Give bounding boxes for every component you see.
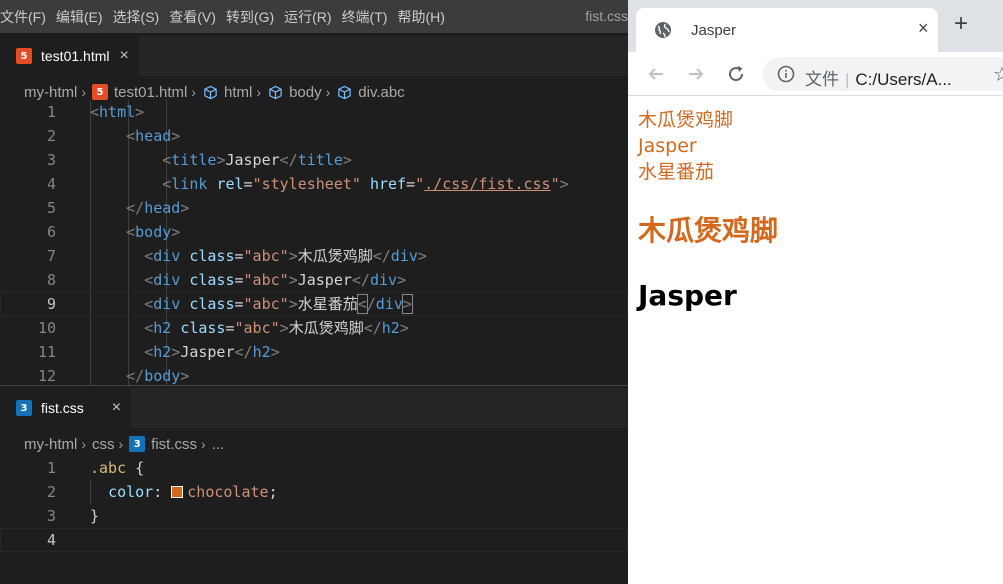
menu-view[interactable]: 查看(V) [169,7,226,27]
code-line-current: 4 [0,528,628,552]
browser-tab-strip: Jasper × + [628,0,1003,52]
menu-terminal[interactable]: 终端(T) [342,7,398,27]
breadcrumb-body[interactable]: body [267,84,322,101]
color-swatch[interactable] [171,486,184,498]
chevron-right-icon: › [201,436,206,452]
reload-icon [729,66,744,82]
code-line: 7 <div class="abc">木瓜煲鸡脚</div> [46,247,427,265]
info-icon[interactable] [777,65,795,88]
code-line: 1 <html> [46,103,145,121]
forward-button[interactable] [682,60,710,88]
rendered-page: 木瓜煲鸡脚 Jasper 水星番茄 木瓜煲鸡脚 Jasper [628,97,1003,584]
pane-divider[interactable] [0,385,628,386]
menu-selection[interactable]: 选择(S) [113,7,170,27]
css3-file-icon: 3 [16,400,32,416]
breadcrumb-file[interactable]: 3 fist.css [129,436,197,453]
browser-tab[interactable]: Jasper × [636,8,938,52]
breadcrumb-folder[interactable]: my-html [24,84,77,101]
menu-bar: 文件(F) 编辑(E) 选择(S) 查看(V) 转到(G) 运行(R) 终端(T… [0,0,628,33]
code-line: 5 </head> [46,199,190,217]
chevron-right-icon: › [81,84,86,100]
menu-help[interactable]: 帮助(H) [397,7,454,27]
code-line: 3} [46,507,100,525]
breadcrumb-css-folder[interactable]: css [92,436,115,453]
arrow-left-icon [648,68,663,80]
page-div-abc: Jasper [638,135,697,157]
html5-file-icon: 5 [92,84,108,100]
breadcrumb-html[interactable]: html [202,84,252,101]
cube-icon [202,84,218,100]
new-tab-button[interactable]: + [954,12,968,36]
star-icon[interactable]: ☆ [993,62,1003,87]
tab-test01-html[interactable]: 5 test01.html × [0,36,139,76]
html-code-area[interactable]: 1 <html> 2 <head> 3 <title>Jasper</title>… [0,100,628,385]
cube-icon [336,84,352,100]
breadcrumb-folder[interactable]: my-html [24,436,77,453]
breadcrumb-div-abc[interactable]: div.abc [336,84,405,101]
breadcrumb-file[interactable]: 5 test01.html [92,84,187,101]
code-line: 10 <h2 class="abc">木瓜煲鸡脚</h2> [37,319,409,337]
chevron-right-icon: › [118,436,124,452]
cube-icon [267,84,283,100]
tab-fist-css[interactable]: 3 fist.css × [0,388,132,428]
page-h2-abc: 木瓜煲鸡脚 [638,214,779,247]
menu-go[interactable]: 转到(G) [226,7,284,27]
page-div-abc: 水星番茄 [638,161,715,183]
editor-tab-bar-bottom: 3 fist.css × [0,388,628,428]
code-editor: 文件(F) 编辑(E) 选择(S) 查看(V) 转到(G) 运行(R) 终端(T… [0,0,628,584]
menu-edit[interactable]: 编辑(E) [56,7,113,27]
code-line: 1 .abc { [46,459,145,477]
tab-label: test01.html [41,48,110,64]
window-title: fist.css [585,8,628,24]
menu-run[interactable]: 运行(R) [284,7,341,27]
address-url: 文件 | C:/Users/A... [805,70,952,89]
code-line: 4 <link rel="stylesheet" href="./css/fis… [46,175,569,193]
page-h2: Jasper [638,279,737,312]
editor-tab-bar-top: 5 test01.html × [0,36,628,76]
menu-file[interactable]: 文件(F) [0,7,56,27]
browser-window: Jasper × + 文件 | C:/Users/A... ☆ 木瓜煲鸡脚 Jasp… [628,0,1003,584]
css3-file-icon: 3 [129,436,146,452]
address-bar[interactable]: 文件 | C:/Users/A... ☆ [763,57,1003,91]
reload-button[interactable] [722,60,750,88]
globe-icon [654,21,672,44]
html5-file-icon: 5 [16,48,32,64]
code-line: 6 <body> [46,223,181,241]
code-line: 2 <head> [46,127,181,145]
browser-tab-title: Jasper [691,22,737,39]
chevron-right-icon: › [256,84,262,100]
close-icon[interactable]: × [918,18,929,39]
chevron-right-icon: › [81,436,86,452]
css-code-area[interactable]: 1 .abc { 2 color: chocolate; 3} 4 [0,456,628,584]
code-line: 8 <div class="abc">Jasper</div> [46,271,407,289]
code-line: 3 <title>Jasper</title> [46,151,352,169]
close-icon[interactable]: × [119,47,128,65]
code-line-current: 9 <div class="abc">水星番茄</div> [0,292,628,316]
code-line: 2 color: chocolate; [46,483,278,501]
breadcrumb-symbol[interactable]: ... [212,436,225,453]
chevron-right-icon: › [325,84,331,100]
page-div-abc: 木瓜煲鸡脚 [638,109,734,131]
close-icon[interactable]: × [112,399,121,417]
back-button[interactable] [642,60,670,88]
code-line: 12 </body> [37,367,190,385]
code-line: 11 <h2>Jasper</h2> [37,343,280,361]
breadcrumb-css: my-html › css › 3 fist.css › ... [0,431,628,457]
tab-label: fist.css [41,400,84,416]
chevron-right-icon: › [191,84,197,100]
arrow-right-icon [689,68,704,80]
browser-toolbar: 文件 | C:/Users/A... ☆ [628,52,1003,96]
